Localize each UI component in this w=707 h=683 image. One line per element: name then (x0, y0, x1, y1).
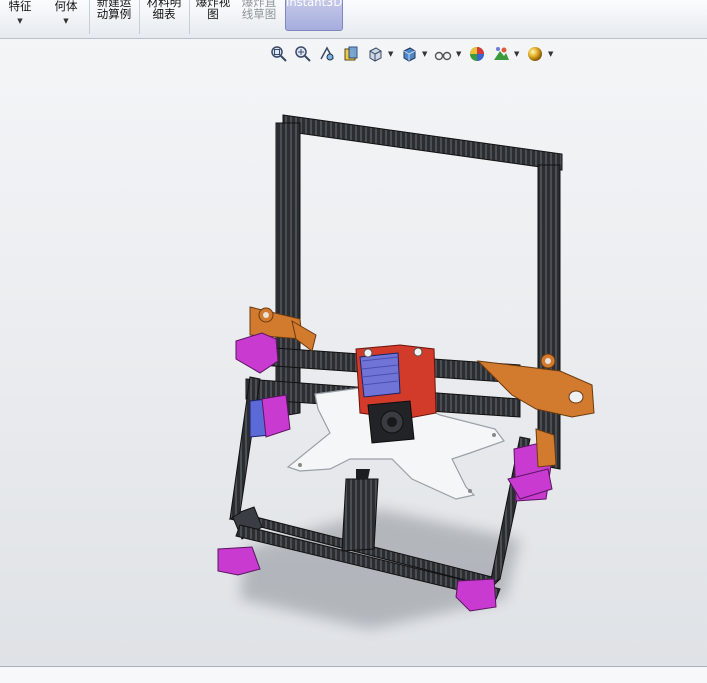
command-ribbon: 特征 ▼ 何体 ▼ 新建运 动算例 材料明 细表 爆炸视 图 爆炸直 线草图 I… (0, 0, 707, 39)
new-motion-study-label-2: 动算例 (96, 7, 132, 21)
explode-line-sketch-label-2: 线草图 (241, 7, 277, 21)
feature-button[interactable]: 特征 ▼ (2, 0, 38, 36)
ribbon-divider (139, 0, 140, 34)
explode-line-sketch-button[interactable]: 爆炸直 线草图 (237, 0, 281, 32)
geometry-label: 何体 (54, 0, 78, 13)
graphics-viewport[interactable]: ▼ ▼ ▼ ▼ ▼ (0, 39, 707, 666)
bom-label-2: 细表 (152, 7, 176, 21)
ribbon-divider (89, 0, 90, 34)
geometry-button[interactable]: 何体 ▼ (48, 0, 84, 36)
feature-label: 特征 (8, 0, 32, 13)
instant3d-label: Instant3D (286, 0, 343, 9)
exploded-view-button[interactable]: 爆炸视 图 (191, 0, 235, 32)
chevron-down-icon[interactable]: ▼ (2, 16, 38, 26)
instant3d-button[interactable]: Instant3D (285, 0, 343, 31)
ribbon-divider (189, 0, 190, 34)
exploded-view-label-2: 图 (207, 7, 219, 21)
3d-printer-model[interactable] (0, 39, 707, 666)
bottom-status-bar (0, 666, 707, 683)
chevron-down-icon[interactable]: ▼ (48, 16, 84, 26)
bom-button[interactable]: 材料明 细表 (142, 0, 186, 32)
new-motion-study-button[interactable]: 新建运 动算例 (92, 0, 136, 32)
